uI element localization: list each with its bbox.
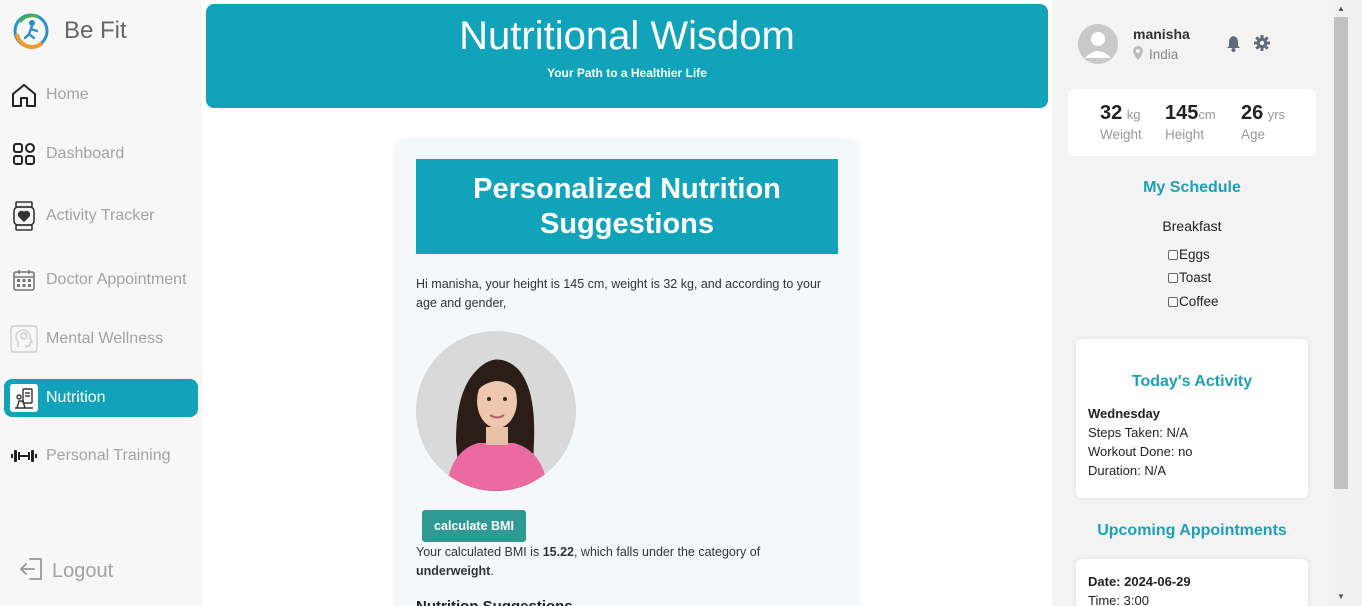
schedule-item-eggs[interactable]: Eggs [1168,247,1210,262]
schedule-item-label: Toast [1179,270,1212,285]
bmi-result-text: Your calculated BMI is 15.22, which fall… [416,543,838,581]
sidebar-item-label: Personal Training [46,447,171,464]
appointment-details: Date: 2024-06-29 Time: 3:00 [1088,572,1191,606]
avatar[interactable] [1078,24,1118,64]
bmi-prefix: Your calculated BMI is [416,545,543,559]
schedule-item-coffee[interactable]: Coffee [1168,294,1219,309]
schedule-item-toast[interactable]: Toast [1168,270,1211,285]
dumbbell-icon [10,442,38,470]
sidebar-item-label: Activity Tracker [46,207,155,224]
dashboard-grid-icon [10,140,38,168]
logout-button[interactable]: Logout [18,556,113,587]
stat-label: Age [1241,127,1266,142]
page-title: Nutritional Wisdom [459,14,795,58]
scroll-up-arrow-icon[interactable]: ▲ [1336,4,1346,14]
right-panel: manisha India 32 kg Weight 145cm Height … [1052,0,1332,606]
body-stats: 32 kg Weight 145cm Height 26 yrs Age [1068,89,1316,156]
gear-icon[interactable] [1254,35,1270,56]
page-header: Nutritional Wisdom Your Path to a Health… [206,4,1048,108]
activity-title: Today's Activity [1131,373,1253,390]
sidebar-item-mental-wellness[interactable]: Mental Wellness [4,320,198,358]
sidebar-item-doctor-appointment[interactable]: Doctor Appointment [4,261,198,299]
stat-value: 26 [1241,102,1264,124]
stat-unit: yrs [1267,107,1286,122]
page-subtitle: Your Path to a Healthier Life [547,66,707,80]
profile-name: manisha [1133,26,1190,42]
bmi-suffix: . [490,564,494,578]
head-brain-icon [10,325,38,353]
stat-weight: 32 kg Weight [1100,102,1142,142]
sidebar-item-label: Doctor Appointment [46,271,187,288]
checkbox[interactable] [1168,296,1178,307]
bmi-middle: , which falls under the category of [573,545,761,559]
sidebar: Be Fit Home Dashboard Activity Tracker D… [0,0,202,606]
brand-name: Be Fit [64,17,127,44]
sidebar-item-personal-training[interactable]: Personal Training [4,437,198,475]
intro-text: Hi manisha, your height is 145 cm, weigh… [416,277,822,310]
brand-logo-icon [12,12,50,50]
appointments-title: Upcoming Appointments [1097,522,1287,539]
smartwatch-heart-icon [10,201,38,231]
location-text: India [1149,47,1179,62]
appointment-card[interactable]: Date: 2024-06-29 Time: 3:00 [1076,559,1308,606]
appointment-date: Date: 2024-06-29 [1088,574,1191,589]
appointment-time: Time: 3:00 [1088,593,1149,606]
stat-label: Weight [1100,127,1142,142]
stat-label: Height [1165,127,1205,142]
brand[interactable]: Be Fit [12,12,127,50]
bmi-category: underweight [416,564,491,578]
checkbox[interactable] [1168,249,1178,260]
schedule-item-label: Eggs [1179,247,1210,262]
meal-label: Breakfast [1162,218,1222,234]
activity-details: Wednesday Steps Taken: N/A Workout Done:… [1088,404,1193,480]
calendar-icon [10,266,38,294]
stat-unit: kg [1126,107,1141,122]
user-photo [416,331,576,491]
stat-value: 32 [1100,102,1123,124]
sidebar-item-activity-tracker[interactable]: Activity Tracker [4,197,198,235]
sidebar-item-label: Dashboard [46,145,125,162]
stat-height: 145cm Height [1165,102,1216,142]
sidebar-item-dashboard[interactable]: Dashboard [4,135,198,173]
card-banner-title: Personalized Nutrition Suggestions [416,159,838,254]
sidebar-item-label: Home [46,86,89,103]
activity-card: Today's Activity Wednesday Steps Taken: … [1076,339,1308,498]
activity-steps: Steps Taken: N/A [1088,425,1189,440]
schedule-item-label: Coffee [1179,294,1219,309]
activity-workout: Workout Done: no [1088,444,1193,459]
scrollbar-thumb[interactable] [1334,17,1348,489]
activity-duration: Duration: N/A [1088,463,1167,478]
sidebar-item-label: Nutrition [46,389,106,406]
location-pin-icon [1133,46,1143,63]
stat-value: 145 [1165,102,1199,124]
nutrition-card: Personalized Nutrition Suggestions Hi ma… [396,140,858,606]
logout-label: Logout [52,560,114,582]
checkbox[interactable] [1168,272,1178,283]
nutrition-icon [10,384,38,412]
logout-icon [18,556,44,587]
stat-unit: cm [1198,107,1216,122]
sidebar-item-home[interactable]: Home [4,76,198,114]
activity-day: Wednesday [1088,406,1161,421]
home-icon [10,81,38,109]
bell-icon[interactable] [1226,35,1241,57]
sidebar-item-nutrition[interactable]: Nutrition [4,379,198,417]
bmi-value: 15.22 [542,545,574,559]
scroll-down-arrow-icon[interactable]: ▼ [1336,592,1346,602]
stat-age: 26 yrs Age [1241,102,1285,142]
calculate-bmi-button[interactable]: calculate BMI [422,510,526,542]
nutrition-suggestions-heading: Nutrition Suggestions [416,598,573,606]
schedule-title: My Schedule [1143,179,1241,196]
profile-location: India [1133,46,1178,63]
sidebar-item-label: Mental Wellness [46,330,164,347]
